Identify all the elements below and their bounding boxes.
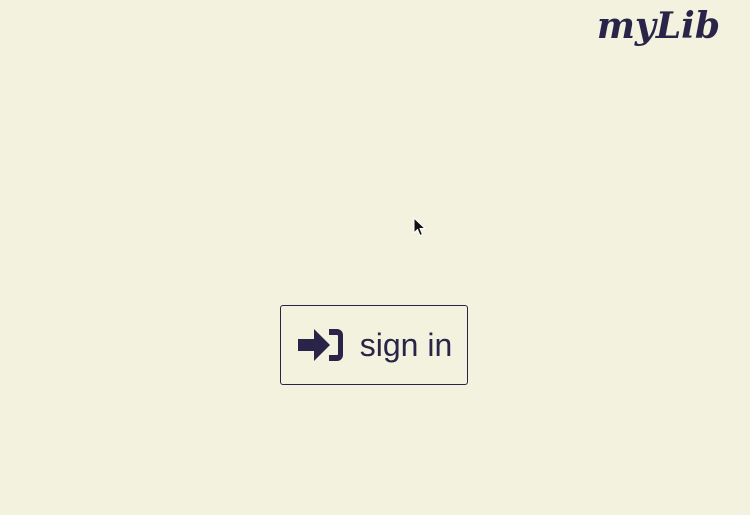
sign-in-icon — [296, 325, 346, 365]
app-logo: myLib — [596, 5, 720, 47]
sign-in-label: sign in — [359, 327, 453, 363]
mouse-pointer-icon — [413, 217, 427, 237]
sign-in-button[interactable]: sign in — [280, 305, 468, 385]
